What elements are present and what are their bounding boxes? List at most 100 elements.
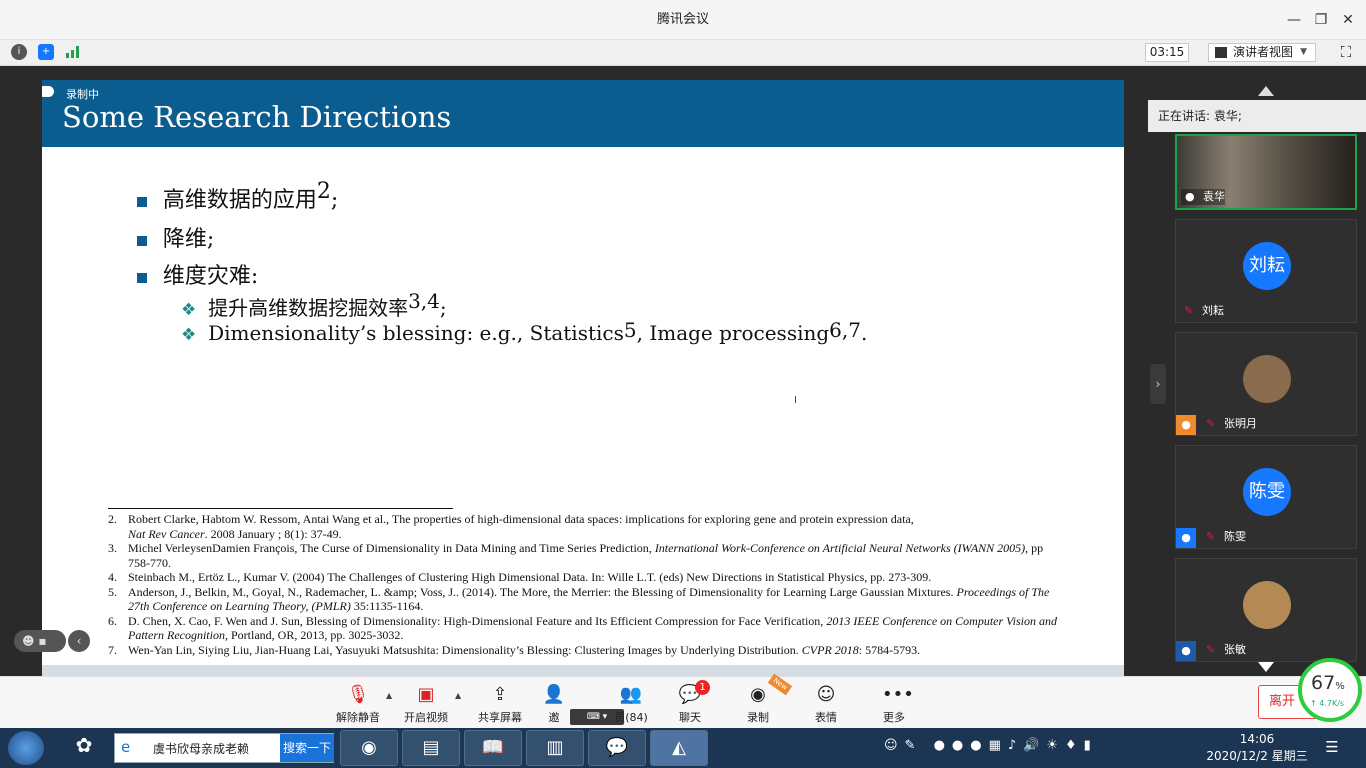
references: 2. Robert Clarke, Habtom W. Ressom, Antai… [108, 512, 1058, 657]
user-icon: ● [1176, 415, 1196, 435]
view-mode-label: 演讲者视图 [1233, 45, 1294, 59]
scroll-up-icon[interactable] [1258, 86, 1274, 96]
reference-item: 7. Wen-Yan Lin, Siying Liu, Jian-Huang La… [108, 642, 921, 657]
network-percent: 67 [1311, 672, 1336, 694]
clock-date: 2020/12/2 星期三 [1206, 749, 1308, 763]
mic-muted-icon: ✎ [1184, 304, 1194, 317]
scroll-down-icon[interactable] [1258, 662, 1274, 672]
mic-muted-icon: ✎ [1206, 417, 1216, 430]
subbullet-2: ❖ Dimensionality’s blessing: e.g., Stati… [181, 318, 868, 345]
taskbar-app-icon[interactable]: ▥ [526, 730, 584, 766]
title-bar: 腾讯会议 — ❐ ✕ [0, 0, 1366, 40]
view-mode-select[interactable]: 演讲者视图 ▼ [1208, 43, 1316, 62]
bullet-3: 维度灾难: [137, 258, 258, 290]
share-screen-button[interactable]: ⇪ 共享屏幕 [465, 677, 535, 729]
chat-icon[interactable]: ▪ [38, 634, 46, 648]
avatar [1243, 581, 1291, 629]
slide-title: Some Research Directions [62, 100, 452, 134]
fullscreen-icon[interactable]: ⛶ [1337, 43, 1355, 61]
system-tray-icons[interactable]: ☺✎ ●●●▦♪🔊☀♦▮ [884, 738, 1154, 758]
chat-button[interactable]: 💬 聊天 1 [655, 677, 725, 729]
subbullet-1: ❖ 提升高维数据挖掘效率3,4; [181, 289, 447, 320]
browser-search-box[interactable]: e 虞书欣母亲成老赖 搜索一下 [114, 733, 334, 763]
floating-emoji-tools[interactable]: ☻ ▪ [14, 630, 66, 652]
emoji-icon: ☺ [816, 684, 836, 705]
ie-icon: e [121, 738, 131, 756]
diamond-bullet-icon: ❖ [181, 325, 197, 345]
bullet-1: 高维数据的应用2; [137, 179, 338, 214]
start-button[interactable] [8, 731, 44, 765]
chat-badge: 1 [695, 680, 710, 695]
participant-tile[interactable]: 陈雯 ● ✎ 陈雯 [1175, 445, 1357, 549]
participant-tile[interactable]: 刘耘 ✎ 刘耘 [1175, 219, 1357, 323]
chevron-up-icon[interactable]: ▲ [455, 691, 461, 700]
participant-name: 张明月 [1224, 417, 1257, 430]
slide-header: 录制中 Some Research Directions [42, 80, 1124, 147]
participant-name: 陈雯 [1224, 530, 1246, 543]
record-button[interactable]: ◉ 录制 New [723, 673, 793, 729]
restore-button[interactable]: ❐ [1309, 8, 1333, 32]
emoji-icon[interactable]: ☻ [22, 634, 35, 648]
reference-item: 4. Steinbach M., Ertöz L., Kumar V. (2004… [108, 570, 932, 584]
panel-toggle-icon[interactable]: › [1150, 364, 1166, 404]
participant-name: 刘耘 [1202, 304, 1224, 317]
footnote-rule [108, 508, 453, 509]
new-badge: New [767, 673, 793, 696]
signal-icon[interactable] [66, 46, 80, 58]
taskbar-explorer-icon[interactable]: ▤ [402, 730, 460, 766]
minimize-button[interactable]: — [1282, 8, 1306, 32]
slide-footer-bar [42, 665, 1124, 676]
taskbar-tencent-meeting-icon[interactable]: ◭ [650, 730, 708, 766]
reference-item: 2. Robert Clarke, Habtom W. Ressom, Antai… [108, 512, 914, 541]
more-button[interactable]: ••• 更多 [859, 677, 929, 729]
info-icon[interactable]: i [11, 44, 27, 60]
reference-item: 6. D. Chen, X. Cao, F. Wen and J. Sun, Bl… [108, 613, 1057, 643]
invite-button[interactable]: 👤 邀 [534, 677, 574, 729]
participant-tile[interactable]: ● ✎ 张明月 [1175, 332, 1357, 436]
reactions-button[interactable]: ☺ 表情 [791, 677, 861, 729]
shield-icon[interactable]: + [38, 44, 54, 60]
reference-item: 5. Anderson, J., Belkin, M., Goyal, N., R… [108, 584, 1050, 614]
avatar [1243, 355, 1291, 403]
camera-off-icon: ▣ [417, 684, 435, 705]
diamond-bullet-icon: ❖ [181, 300, 197, 320]
app-icon[interactable]: ✿ [66, 733, 102, 763]
layout-icon [1215, 47, 1227, 58]
close-button[interactable]: ✕ [1336, 8, 1360, 32]
shared-slide: 录制中 Some Research Directions 高维数据的应用2; 降… [42, 80, 1124, 676]
notifications-icon[interactable]: ☰ [1322, 738, 1342, 756]
mic-muted-icon: ✎ [1206, 530, 1216, 543]
bullet-2: 降维; [137, 221, 214, 253]
reference-item: 3. Michel VerleysenDamien François, The C… [108, 541, 1044, 570]
window-title: 腾讯会议 [656, 12, 709, 27]
user-icon: ● [1176, 641, 1196, 661]
square-bullet-icon [137, 273, 147, 283]
taskbar-book-icon[interactable]: 📖 [464, 730, 522, 766]
participant-tile[interactable]: ● 袁华 [1175, 134, 1357, 210]
mic-muted-icon: 🎙 [346, 684, 370, 705]
record-icon: ◉ [750, 684, 766, 705]
meeting-timer: 03:15 [1145, 43, 1189, 62]
taskbar-app-360-icon[interactable]: ◉ [340, 730, 398, 766]
microphone-icon: ● [1185, 190, 1195, 203]
more-icon: ••• [882, 684, 914, 705]
meeting-toolbar: i + 03:15 演讲者视图 ▼ ⛶ [0, 40, 1366, 66]
square-bullet-icon [137, 236, 147, 246]
clock-time: 14:06 [1239, 732, 1275, 746]
search-button[interactable]: 搜索一下 [280, 734, 334, 762]
windows-taskbar: ✿ e 虞书欣母亲成老赖 搜索一下 ◉ ▤ 📖 ▥ 💬 ◭ ☺✎ ●●●▦♪🔊☀… [0, 728, 1366, 768]
participant-tile[interactable]: ● ✎ 张敏 [1175, 558, 1357, 662]
network-monitor[interactable]: 67% ↑ 4.7K/s [1298, 658, 1362, 722]
share-icon: ⇪ [492, 684, 508, 705]
avatar: 陈雯 [1243, 468, 1291, 516]
unmute-button[interactable]: 🎙 解除静音 [323, 677, 393, 729]
square-bullet-icon [137, 197, 147, 207]
collapse-icon[interactable]: ‹ [68, 630, 90, 652]
meeting-controls: 🎙 解除静音 ▲ ▣ 开启视频 ▲ ⇪ 共享屏幕 👤 邀 ⌨ ▾ 👥 员(84) 💬 聊天 … [0, 673, 1366, 729]
network-speed: ↑ 4.7K/s [1310, 699, 1345, 708]
participant-name: 张敏 [1224, 643, 1246, 656]
clock[interactable]: 14:06 2020/12/2 星期三 [1198, 731, 1316, 765]
avatar: 刘耘 [1243, 242, 1291, 290]
video-button[interactable]: ▣ 开启视频 [391, 677, 461, 729]
taskbar-wechat-icon[interactable]: 💬 [588, 730, 646, 766]
